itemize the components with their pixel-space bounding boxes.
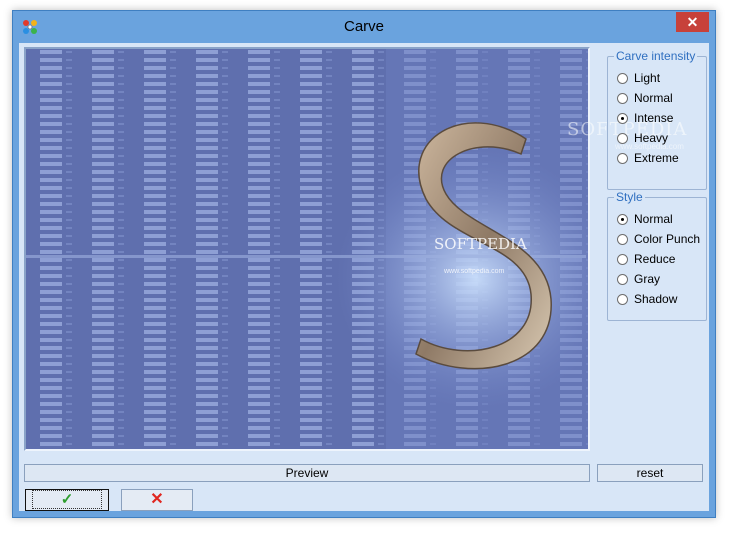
radio-button[interactable] bbox=[617, 133, 628, 144]
image-logo-url: www.softpedia.com bbox=[443, 268, 504, 275]
carve-intensity-group: Carve intensity Light Normal Intense Hea… bbox=[607, 49, 707, 190]
cancel-x-icon: ✕ bbox=[150, 491, 164, 508]
style-group: Style Normal Color Punch Reduce Gray Sha… bbox=[607, 190, 707, 321]
radio-button[interactable] bbox=[617, 234, 628, 245]
ok-button[interactable]: ✓ bbox=[25, 489, 109, 511]
close-button[interactable]: ✕ bbox=[676, 12, 709, 32]
radio-button-selected[interactable] bbox=[617, 214, 628, 225]
radio-button[interactable] bbox=[617, 274, 628, 285]
radio-button[interactable] bbox=[617, 294, 628, 305]
radio-button[interactable] bbox=[617, 93, 628, 104]
carved-preview-image: SOFTPEDIA www.softpedia.com bbox=[26, 49, 588, 449]
cancel-button[interactable]: ✕ bbox=[121, 489, 193, 511]
radio-button[interactable] bbox=[617, 254, 628, 265]
carve-window: Carve ✕ SOFTPEDIA www.softpedia.com SOFT… bbox=[12, 10, 716, 518]
title-bar[interactable]: Carve ✕ bbox=[13, 11, 715, 43]
dialog-client-area: SOFTPEDIA www.softpedia.com SOFTPEDIA ww… bbox=[19, 43, 709, 511]
image-logo-text: SOFTPEDIA bbox=[434, 235, 527, 253]
window-title: Carve bbox=[343, 18, 384, 35]
carve-intensity-legend: Carve intensity bbox=[614, 49, 698, 63]
preview-button[interactable]: Preview bbox=[24, 464, 590, 482]
radio-button-selected[interactable] bbox=[617, 113, 628, 124]
reset-button[interactable]: reset bbox=[597, 464, 703, 482]
style-legend: Style bbox=[614, 190, 645, 204]
preview-image-area: SOFTPEDIA www.softpedia.com bbox=[24, 47, 590, 451]
checkmark-icon: ✓ bbox=[31, 490, 103, 509]
close-icon: ✕ bbox=[686, 14, 699, 30]
radio-button[interactable] bbox=[617, 153, 628, 164]
radio-button[interactable] bbox=[617, 73, 628, 84]
